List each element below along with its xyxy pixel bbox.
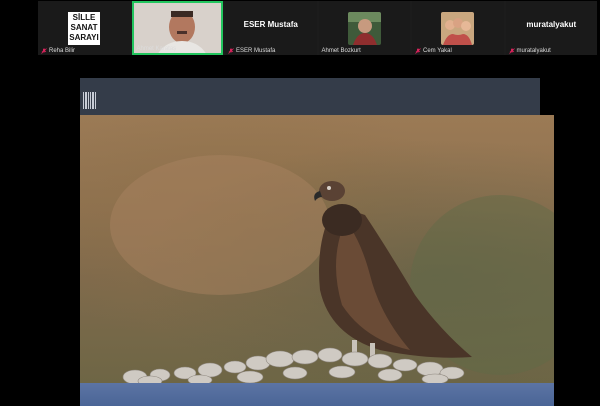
participant-name-label: Ahmet Bozkurt [322,48,361,54]
participant-name-label: ESER Mustafa [228,48,275,54]
slide-header-bar [80,78,540,115]
participant-name: Reha Bilir [49,48,76,54]
avatar [441,12,474,45]
mic-muted-icon [41,48,47,54]
participant-name: muratalyakut [516,48,551,54]
participant-name: ESER Mustafa [236,48,276,54]
participant-display-name: muratalyakut [526,20,577,29]
mic-muted-icon [415,48,421,54]
participant-tile[interactable]: SİLLE SANAT SARAYI Reha Bilir [38,1,130,55]
vulture-illustration [110,155,554,383]
logo-line: SİLLE [72,13,96,22]
participant-tile-active-speaker[interactable]: Ahmet Karataş [131,1,223,55]
vulture-photo [80,115,554,383]
participant-name-label: muratalyakut [508,48,551,54]
barcode-icon [83,92,96,109]
participant-name-label: Cem Yakal [415,48,452,54]
participant-tile[interactable]: Cem Yakal [412,1,504,55]
sille-sanat-sarayi-logo: SİLLE SANAT SARAYI [68,12,100,45]
participant-name-label: Reha Bilir [41,48,75,54]
mic-muted-icon [508,48,515,54]
avatar [347,12,381,45]
logo-line: SANAT [70,23,98,32]
participant-name: Ahmet Karataş [136,46,177,52]
participant-display-name: ESER Mustafa [243,20,298,29]
participant-name: Cem Yakal [423,48,452,54]
participant-strip: SİLLE SANAT SARAYI Reha Bilir Ahmet Kara… [38,1,597,55]
participant-name: Ahmet Bozkurt [321,48,361,54]
logo-line: SARAYI [69,33,99,42]
participant-tile[interactable]: muratalyakut muratalyakut [505,1,597,55]
participant-tile[interactable]: Ahmet Bozkurt [318,1,410,55]
slide-footer-bar [80,383,554,406]
participant-name-label: Ahmet Karataş [137,46,177,52]
mic-muted-icon [228,48,234,54]
participant-tile[interactable]: ESER Mustafa ESER Mustafa [225,1,317,55]
shared-screen [80,78,554,406]
